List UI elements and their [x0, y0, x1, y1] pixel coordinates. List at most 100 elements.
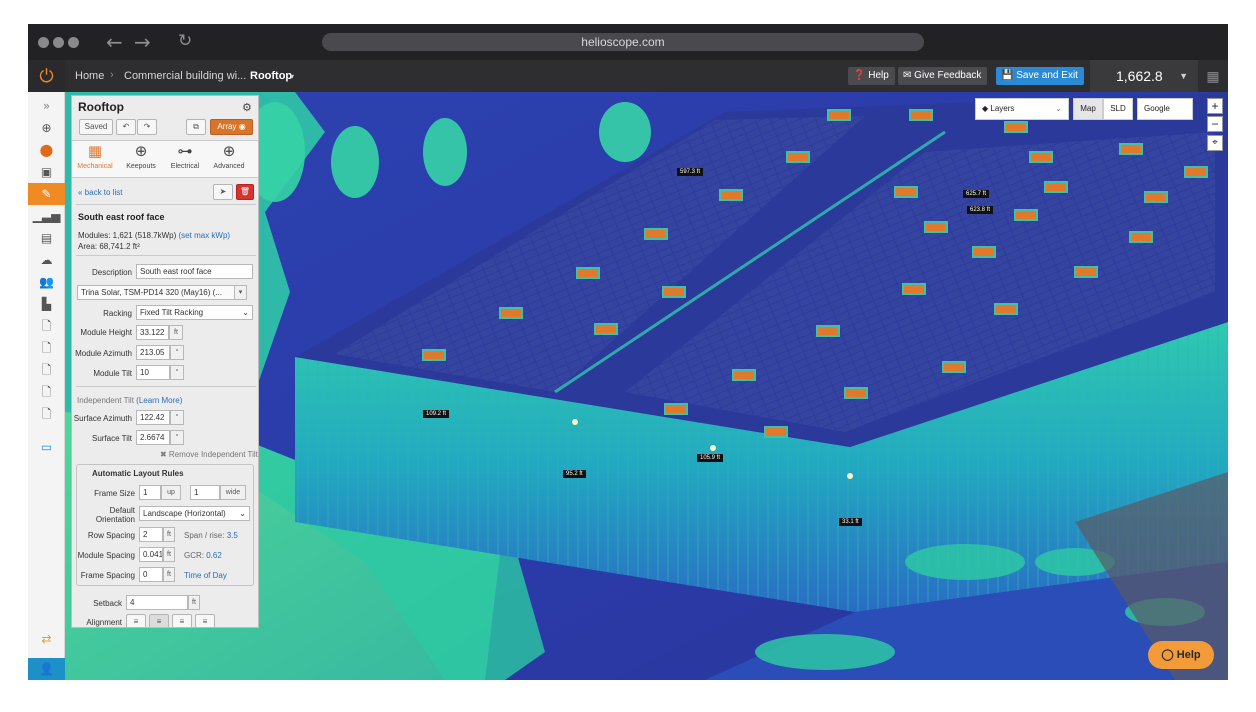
module-spacing-input[interactable]: 0.041	[139, 547, 163, 562]
user-icon[interactable]: 👤	[28, 658, 65, 680]
breadcrumb-project[interactable]: Commercial building wi...	[124, 70, 246, 82]
calculator-rail-icon[interactable]: ▤	[28, 227, 65, 249]
window-close-dot[interactable]	[38, 37, 49, 48]
map-tab-map[interactable]: Map	[1073, 98, 1103, 120]
map-tab-google[interactable]: Google	[1137, 98, 1193, 120]
back-to-list-link[interactable]: « back to list	[78, 188, 122, 197]
surface-tilt-input[interactable]: 2.6674	[136, 430, 170, 445]
racking-select[interactable]: Fixed Tilt Racking ⌄	[136, 305, 253, 320]
module-tilt-input[interactable]: 10	[136, 365, 170, 380]
time-of-day-link[interactable]: Time of Day	[184, 571, 227, 580]
row-spacing-input[interactable]: 2	[139, 527, 163, 542]
archive-icon[interactable]: ▭	[28, 436, 65, 458]
locate-arrow-icon[interactable]: ➤	[213, 184, 233, 200]
auto-layout-title: Automatic Layout Rules	[92, 469, 184, 478]
document-icon[interactable]: 🗋	[28, 315, 65, 337]
locate-icon[interactable]: ⌖	[1207, 135, 1223, 151]
layers-dropdown[interactable]: ◆ Layers ⌄	[975, 98, 1069, 120]
wrench-icon[interactable]: ✎	[28, 183, 65, 205]
edge-length-label: 109.2 ft	[423, 410, 450, 418]
description-label: Description	[91, 268, 132, 277]
edge-length-label: 95.2 ft	[563, 470, 586, 478]
alignment-label: Alignment	[86, 618, 122, 627]
align-justify-icon[interactable]: ≡	[172, 614, 192, 627]
left-icon-rail: » ⊕ ⬤ ▣ ✎ ▁▃▅ ▤ ☁ 👥 ▙ 🗋 🗋 🗋 🗋 🗋 ▭ ⇄ 👤	[28, 92, 65, 680]
help-chat-button[interactable]: ◯ Help	[1148, 641, 1214, 669]
browser-chrome: ← → ↻ helioscope.com	[28, 24, 1228, 60]
span-rise-text: Span / rise: 3.5	[184, 531, 238, 540]
help-button[interactable]: ❓ Help	[848, 67, 895, 85]
align-center-icon[interactable]: ≡	[149, 614, 169, 627]
module-select[interactable]: Trina Solar, TSM-PD14 320 (May16) (...	[77, 285, 247, 300]
unit-degree: °	[170, 410, 184, 425]
map-tab-sld[interactable]: SLD	[1103, 98, 1133, 120]
users-icon[interactable]: 👥	[28, 271, 65, 293]
reload-icon[interactable]: ↻	[178, 31, 192, 51]
window-minimize-dot[interactable]	[53, 37, 64, 48]
up-label: up	[161, 485, 181, 500]
tab-mechanical[interactable]: ▦ Mechanical	[74, 141, 116, 176]
unit-ft: ft	[163, 567, 175, 582]
back-arrow-icon[interactable]: ←	[106, 30, 123, 54]
give-feedback-button[interactable]: ✉ Give Feedback	[898, 67, 988, 85]
url-bar[interactable]: helioscope.com	[322, 33, 924, 51]
chevron-down-icon: ▼	[1179, 71, 1188, 81]
document-icon[interactable]: 🗋	[28, 359, 65, 381]
wide-label: wide	[220, 485, 246, 500]
zoom-in-button[interactable]: +	[1207, 98, 1223, 114]
cloud-icon[interactable]: ☁	[28, 249, 65, 271]
section-title: South east roof face	[78, 212, 165, 222]
orientation-select[interactable]: Landscape (Horizontal) ⌄	[139, 506, 250, 521]
module-height-label: Module Height	[80, 328, 132, 337]
frame-spacing-label: Frame Spacing	[80, 571, 135, 580]
set-max-kwp-link[interactable]: (set max kWp)	[179, 231, 231, 240]
tab-electrical[interactable]: ⊶ Electrical	[164, 141, 206, 176]
breadcrumb-separator-icon: ›	[110, 69, 114, 81]
breadcrumb-caret-icon[interactable]: ▾	[290, 72, 294, 81]
module-height-input[interactable]: 33.122	[136, 325, 169, 340]
surface-azimuth-input[interactable]: 122.42	[136, 410, 170, 425]
align-left-icon[interactable]: ≡	[126, 614, 146, 627]
setback-label: Setback	[93, 599, 122, 608]
document-icon[interactable]: 🗋	[28, 381, 65, 403]
globe-icon[interactable]: ⊕	[28, 117, 65, 139]
zoom-out-button[interactable]: −	[1207, 116, 1223, 132]
power-logo-icon[interactable]: ⏻	[28, 60, 65, 92]
redo-icon[interactable]: ↷	[137, 119, 157, 135]
document-icon[interactable]: 🗋	[28, 403, 65, 425]
undo-icon[interactable]: ↶	[116, 119, 136, 135]
align-right-icon[interactable]: ≡	[195, 614, 215, 627]
delete-trash-icon[interactable]: 🗑	[236, 184, 254, 200]
calculator-icon[interactable]: ▦	[1198, 60, 1228, 92]
kwp-dropdown[interactable]: 1,662.8 ▼	[1090, 60, 1198, 92]
map-pin-icon[interactable]: ⬤	[28, 139, 65, 161]
setback-input[interactable]: 4	[126, 595, 188, 610]
frame-size-up-input[interactable]: 1	[139, 485, 161, 500]
learn-more-link[interactable]: (Learn More)	[136, 396, 182, 405]
layout-icon[interactable]: ▣	[28, 161, 65, 183]
gear-icon[interactable]: ⚙	[242, 101, 252, 114]
tab-advanced[interactable]: ⊕ Advanced	[208, 141, 250, 176]
envelope-icon: ✉	[903, 70, 912, 81]
frame-size-wide-input[interactable]: 1	[190, 485, 220, 500]
tab-keepouts[interactable]: ⊕ Keepouts	[120, 141, 162, 176]
copy-icon[interactable]: ⧉	[186, 119, 206, 135]
unit-degree: °	[170, 345, 184, 360]
frame-spacing-input[interactable]: 0	[139, 567, 163, 582]
module-azimuth-input[interactable]: 213.05	[136, 345, 170, 360]
remove-independent-tilt-link[interactable]: ✖ Remove Independent Tilt	[160, 450, 258, 459]
array-button[interactable]: Array ◉	[210, 119, 253, 135]
collapse-rail-icon[interactable]: »	[28, 95, 65, 117]
description-input[interactable]: South east roof face	[136, 264, 253, 279]
save-and-exit-button[interactable]: 💾 Save and Exit	[996, 67, 1084, 85]
building-icon[interactable]: ▙	[28, 293, 65, 315]
saved-button[interactable]: Saved	[79, 119, 113, 135]
breadcrumb-home[interactable]: Home	[75, 70, 104, 82]
chevron-down-icon[interactable]: ▾	[234, 285, 247, 300]
breadcrumb-current[interactable]: Rooftop	[250, 70, 292, 82]
document-icon[interactable]: 🗋	[28, 337, 65, 359]
bar-chart-icon[interactable]: ▁▃▅	[28, 205, 65, 227]
window-zoom-dot[interactable]	[68, 37, 79, 48]
swap-icon[interactable]: ⇄	[28, 628, 65, 650]
forward-arrow-icon[interactable]: →	[134, 30, 151, 54]
